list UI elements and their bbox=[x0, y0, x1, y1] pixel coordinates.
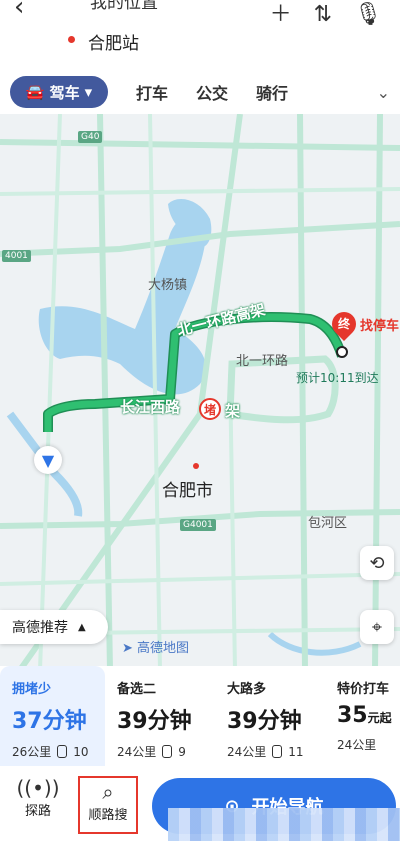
route-lights: 11 bbox=[288, 744, 304, 759]
traffic-light-icon bbox=[272, 745, 283, 758]
map-label-city: 合肥市 bbox=[162, 481, 213, 501]
refresh-route-button[interactable]: ⟲ bbox=[360, 546, 394, 580]
route-tag: 拥堵少 bbox=[12, 682, 52, 697]
swap-icon[interactable]: ⇅ bbox=[314, 4, 332, 26]
route-option-3[interactable]: 大路多 39分钟 24公里 11 bbox=[215, 666, 325, 766]
route-tag: 备选二 bbox=[117, 682, 157, 697]
back-icon[interactable]: ‹ bbox=[14, 0, 24, 20]
tab-taxi[interactable]: 打车 bbox=[136, 80, 168, 104]
search-along-button[interactable]: ⌕ 顺路搜 bbox=[78, 776, 138, 834]
map-label-town: 大杨镇 bbox=[148, 278, 188, 293]
recommend-dropdown[interactable]: 高德推荐 ▲ bbox=[0, 610, 108, 644]
map-label-elevated-suffix: 架 bbox=[225, 402, 241, 420]
search-icon: ⌕ bbox=[102, 780, 114, 804]
current-location-icon: ▼ bbox=[34, 446, 62, 474]
top-actions: ＋ ⇅ 🎙 bbox=[270, 4, 382, 26]
route-options: 拥堵少 37分钟 26公里 10 备选二 39分钟 24公里 9 大路多 39分… bbox=[0, 666, 400, 766]
map-canvas bbox=[0, 114, 400, 670]
destination-dot-icon bbox=[68, 36, 75, 43]
lake-area bbox=[38, 217, 206, 395]
route-distance: 24公里 bbox=[117, 745, 157, 759]
route-minutes: 39 bbox=[227, 709, 258, 734]
route-meta: 24公里 bbox=[337, 736, 400, 753]
traffic-light-icon bbox=[57, 745, 68, 758]
route-unit: 元起 bbox=[367, 711, 392, 725]
microphone-icon[interactable]: 🎙 bbox=[354, 4, 382, 26]
origin-field[interactable]: 我的位置 bbox=[90, 0, 158, 13]
map-label-district: 包河区 bbox=[308, 516, 348, 531]
route-meta: 24公里 9 bbox=[117, 743, 215, 760]
transport-mode-bar: 🚘 驾车 ▾ 打车 公交 骑行 ⌄ bbox=[0, 70, 400, 114]
route-distance: 24公里 bbox=[337, 738, 377, 752]
chevron-up-icon: ▲ bbox=[78, 621, 86, 633]
find-parking-link[interactable]: 找停车 bbox=[360, 315, 399, 334]
chevron-down-icon: ▾ bbox=[84, 83, 93, 101]
signal-icon: ((•)) bbox=[16, 776, 60, 800]
more-modes-icon[interactable]: ⌄ bbox=[377, 83, 390, 102]
route-distance: 24公里 bbox=[227, 745, 267, 759]
congestion-marker: 堵 bbox=[199, 398, 221, 420]
search-along-label: 顺路搜 bbox=[88, 808, 128, 823]
route-minutes: 37 bbox=[12, 709, 43, 734]
eta-label: 预计10:11到达 bbox=[296, 371, 379, 385]
route-option-1[interactable]: 拥堵少 37分钟 26公里 10 bbox=[0, 666, 105, 766]
river-south bbox=[267, 631, 362, 656]
tab-bike[interactable]: 骑行 bbox=[256, 80, 288, 104]
car-icon: 🚘 bbox=[25, 83, 45, 101]
highways bbox=[0, 114, 400, 670]
route-price: 35 bbox=[337, 703, 368, 728]
locate-icon: ⌖ bbox=[371, 616, 383, 638]
route-duration: 39分钟 bbox=[117, 703, 215, 735]
tab-drive[interactable]: 🚘 驾车 ▾ bbox=[10, 76, 108, 108]
explore-label: 探路 bbox=[24, 804, 51, 819]
destination-pin[interactable]: 终 bbox=[327, 307, 361, 341]
locate-button[interactable]: ⌖ bbox=[360, 610, 394, 644]
route-tag: 特价打车 bbox=[337, 682, 390, 697]
route-end-point bbox=[336, 346, 348, 358]
route-search-card: ‹ 我的位置 合肥站 ＋ ⇅ 🎙 bbox=[0, 0, 400, 70]
route-option-taxi[interactable]: 特价打车 35元起 24公里 bbox=[325, 666, 400, 766]
route-duration: 35元起 bbox=[337, 703, 400, 728]
road-tag-4001-left: 4001 bbox=[2, 250, 31, 262]
route-minutes: 39 bbox=[117, 709, 148, 734]
blurred-overlay bbox=[168, 808, 400, 841]
city-center-dot bbox=[193, 463, 199, 469]
route-unit: 分钟 bbox=[257, 709, 302, 734]
destination-field[interactable]: 合肥站 bbox=[88, 29, 139, 54]
road-tag-g4001: G4001 bbox=[180, 519, 216, 531]
route-duration: 37分钟 bbox=[12, 703, 105, 735]
route-meta: 26公里 10 bbox=[12, 743, 105, 760]
route-meta: 24公里 11 bbox=[227, 743, 325, 760]
route-option-2[interactable]: 备选二 39分钟 24公里 9 bbox=[105, 666, 215, 766]
map-view[interactable]: G40 4001 G4001 大杨镇 北一环路高架 北一环路 长江西路 堵 架 … bbox=[0, 114, 400, 670]
map-label-ring: 北一环路 bbox=[236, 354, 289, 369]
amap-logo: ➤ 高德地图 bbox=[122, 641, 190, 656]
road-tag-g40: G40 bbox=[78, 131, 103, 143]
refresh-icon: ⟲ bbox=[369, 552, 385, 574]
add-waypoint-icon[interactable]: ＋ bbox=[270, 4, 292, 26]
route-unit: 分钟 bbox=[42, 709, 87, 734]
amap-logo-text: 高德地图 bbox=[137, 641, 190, 656]
map-label-changjiang: 长江西路 bbox=[120, 398, 181, 416]
route-lights: 10 bbox=[73, 744, 89, 759]
explore-button[interactable]: ((•)) 探路 bbox=[8, 776, 68, 819]
route-tag: 大路多 bbox=[227, 682, 267, 697]
route-duration: 39分钟 bbox=[227, 703, 325, 735]
tab-bus[interactable]: 公交 bbox=[196, 80, 228, 104]
tab-drive-label: 驾车 bbox=[49, 83, 80, 102]
route-distance: 26公里 bbox=[12, 745, 52, 759]
route-unit: 分钟 bbox=[147, 709, 192, 734]
recommend-label: 高德推荐 bbox=[12, 620, 68, 636]
destination-pin-label: 终 bbox=[337, 317, 350, 331]
route-lights: 9 bbox=[178, 744, 186, 759]
traffic-light-icon bbox=[162, 745, 173, 758]
